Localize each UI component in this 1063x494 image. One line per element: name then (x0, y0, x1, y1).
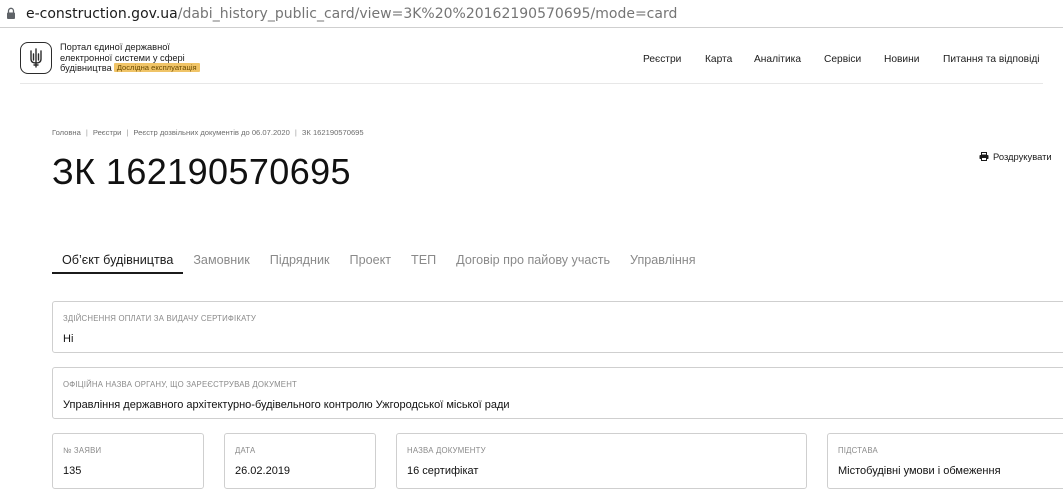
tab-bar: Об’єкт будівництва Замовник Підрядник Пр… (52, 250, 706, 274)
application-number-label: № заяви (63, 446, 102, 455)
breadcrumb-registry[interactable]: Реєстр дозвільних документів до 06.07.20… (133, 128, 289, 137)
lock-icon (7, 7, 15, 19)
application-number-value: 135 (63, 465, 82, 477)
nav-map[interactable]: Карта (705, 54, 732, 65)
url-path: /dabi_history_public_card/view=3K%20%201… (177, 6, 678, 22)
basis-field: Підстава Містобудівні умови і обмеження (827, 433, 1063, 489)
nav-faq[interactable]: Питання та відповіді (943, 54, 1040, 65)
breadcrumb: Головна | Реєстри | Реєстр дозвільних докуме… (52, 128, 364, 137)
document-name-field: Назва документу 16 сертифікат (396, 433, 807, 489)
breadcrumb-current: ЗК 162190570695 (301, 128, 364, 137)
trial-badge: Дослідна експлуатація (113, 63, 200, 73)
payment-label: Здійснення оплати за видачу сертифікату (63, 314, 257, 323)
date-value: 26.02.2019 (235, 465, 291, 477)
breadcrumb-separator: | (294, 128, 297, 137)
trident-logo[interactable] (20, 42, 52, 74)
authority-field: Офіційна назва органу, що зареєстрував д… (52, 367, 1063, 419)
page-title: ЗК 162190570695 (52, 151, 351, 192)
tab-project[interactable]: Проект (340, 250, 401, 274)
browser-address-bar[interactable]: e-construction.gov.ua/dabi_history_publi… (0, 0, 1063, 28)
print-label: Роздрукувати (993, 151, 1052, 162)
nav-analytics[interactable]: Аналітика (754, 54, 801, 65)
breadcrumb-separator: | (126, 128, 129, 137)
breadcrumb-separator: | (85, 128, 88, 137)
basis-value: Містобудівні умови і обмеження (838, 465, 1001, 477)
portal-brand[interactable]: Портал єдиної державної електронної сист… (60, 42, 200, 74)
trident-icon (30, 48, 42, 68)
nav-services[interactable]: Сервіси (824, 54, 861, 65)
breadcrumb-home[interactable]: Головна (52, 128, 81, 137)
nav-news[interactable]: Новини (884, 54, 919, 65)
printer-icon (979, 152, 989, 161)
brand-line-1: Портал єдиної державної (60, 42, 170, 52)
date-field: Дата 26.02.2019 (224, 433, 376, 489)
document-name-label: Назва документу (407, 446, 486, 455)
payment-value: Ні (63, 333, 74, 345)
basis-label: Підстава (838, 446, 878, 455)
print-button[interactable]: Роздрукувати (979, 151, 1052, 162)
payment-field: Здійснення оплати за видачу сертифікату … (52, 301, 1063, 353)
authority-value: Управління державного архітектурно-будів… (63, 399, 510, 411)
site-header: Портал єдиної державної електронної сист… (0, 28, 1063, 84)
tab-contractor[interactable]: Підрядник (260, 250, 340, 274)
tab-management[interactable]: Управління (620, 250, 706, 274)
url-text[interactable]: e-construction.gov.ua/dabi_history_publi… (26, 6, 677, 22)
brand-line-2: електронної системи у сфері (60, 52, 185, 63)
brand-line-3: будівництва (60, 63, 112, 74)
tab-construction-object[interactable]: Об’єкт будівництва (52, 250, 184, 274)
date-label: Дата (235, 446, 256, 455)
breadcrumb-registries[interactable]: Реєстри (93, 128, 122, 137)
tab-customer[interactable]: Замовник (183, 250, 259, 274)
nav-registries[interactable]: Реєстри (643, 54, 681, 65)
document-name-value: 16 сертифікат (407, 465, 479, 477)
application-number-field: № заяви 135 (52, 433, 204, 489)
authority-label: Офіційна назва органу, що зареєстрував д… (63, 380, 297, 389)
header-divider (20, 83, 1043, 84)
url-host: e-construction.gov.ua (26, 6, 178, 22)
tab-equity-agreement[interactable]: Договір про пайову участь (446, 250, 620, 274)
tab-tep[interactable]: ТЕП (401, 250, 446, 274)
